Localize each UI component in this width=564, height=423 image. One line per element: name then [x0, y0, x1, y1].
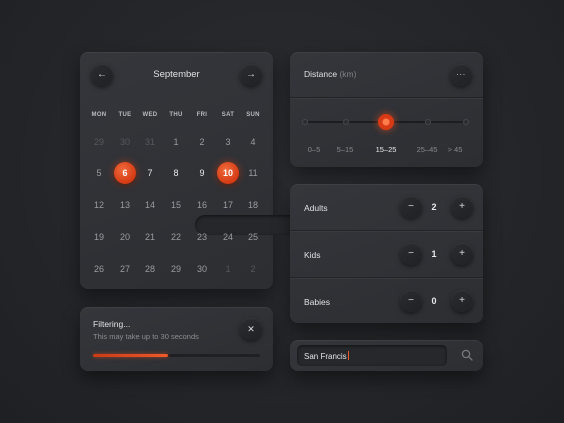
increment-kids-button[interactable]: + — [451, 243, 473, 265]
weekday-thu: THU — [169, 112, 183, 118]
calendar-day[interactable]: 16 — [189, 194, 215, 216]
search-field[interactable]: San Francis — [297, 345, 447, 366]
calendar-day[interactable]: 24 — [215, 226, 241, 248]
range-end-day[interactable]: 10 — [217, 162, 239, 184]
weekday-mon: MON — [91, 112, 107, 118]
calendar-day[interactable]: 1 — [163, 131, 189, 153]
distance-unit: (km) — [339, 69, 357, 79]
decrement-kids-button[interactable]: − — [400, 243, 422, 265]
minus-icon: − — [408, 248, 414, 259]
distance-option-label[interactable]: 5–15 — [328, 145, 362, 154]
calendar-day[interactable]: 9 — [189, 162, 215, 184]
calendar-day[interactable]: 27 — [112, 258, 138, 280]
calendar-day[interactable]: 1 — [215, 258, 241, 280]
plus-icon: + — [459, 248, 465, 259]
calendar-day[interactable]: 3 — [215, 131, 241, 153]
weekday-tue: TUE — [118, 112, 132, 118]
search-value: San Francis — [304, 352, 347, 361]
guest-label-adults: Adults — [304, 203, 328, 213]
filtering-card: Filtering... This may take up to 30 seco… — [80, 307, 273, 371]
range-start-day[interactable]: 6 — [114, 162, 136, 184]
calendar-day[interactable]: 13 — [112, 194, 138, 216]
divider — [290, 97, 483, 98]
calendar-day[interactable]: 20 — [112, 226, 138, 248]
distance-option-label[interactable]: 15–25 — [369, 145, 403, 154]
decrement-babies-button[interactable]: − — [400, 290, 422, 312]
distance-title: Distance (km) — [304, 69, 356, 79]
distance-title-text: Distance — [304, 69, 338, 79]
calendar-day[interactable]: 19 — [86, 226, 112, 248]
weekday-fri: FRI — [196, 112, 208, 118]
arrow-right-icon: → — [246, 69, 256, 80]
close-icon: ✕ — [247, 324, 255, 334]
calendar-day[interactable]: 22 — [163, 226, 189, 248]
distance-tick[interactable] — [343, 119, 349, 125]
calendar-day[interactable]: 7 — [137, 162, 163, 184]
distance-tick[interactable] — [425, 119, 431, 125]
calendar-day[interactable]: 30 — [112, 131, 138, 153]
calendar-day[interactable]: 30 — [189, 258, 215, 280]
calendar-day[interactable]: 25 — [240, 226, 266, 248]
more-icon: ··· — [456, 70, 466, 79]
guest-count-adults: 2 — [431, 202, 437, 212]
calendar-day[interactable]: 10 — [215, 162, 241, 184]
calendar-day[interactable]: 6 — [112, 162, 138, 184]
progress-track — [93, 354, 260, 357]
progress-fill — [93, 354, 169, 357]
calendar-day[interactable]: 4 — [240, 131, 266, 153]
weekday-sun: SUN — [246, 112, 260, 118]
calendar-day[interactable]: 31 — [137, 131, 163, 153]
weekday-sat: SAT — [221, 112, 235, 118]
guest-label-kids: Kids — [304, 250, 321, 260]
calendar-day[interactable]: 5 — [86, 162, 112, 184]
text-caret — [347, 351, 349, 360]
guest-count-babies: 0 — [431, 296, 437, 306]
calendar-day[interactable]: 29 — [163, 258, 189, 280]
calendar-day[interactable]: 21 — [137, 226, 163, 248]
calendar-day[interactable]: 15 — [163, 194, 189, 216]
increment-adults-button[interactable]: + — [451, 196, 473, 218]
minus-icon: − — [408, 295, 414, 306]
calendar-day[interactable]: 11 — [240, 162, 266, 184]
distance-more-button[interactable]: ··· — [450, 64, 472, 86]
divider — [290, 230, 483, 231]
weekday-wed: WED — [142, 112, 158, 118]
minus-icon: − — [408, 201, 414, 212]
search-card: San Francis — [290, 340, 483, 371]
next-month-button[interactable]: → — [240, 64, 262, 86]
guest-label-babies: Babies — [304, 297, 330, 307]
calendar-day[interactable]: 18 — [240, 194, 266, 216]
distance-tick[interactable] — [302, 119, 308, 125]
calendar-day[interactable]: 23 — [189, 226, 215, 248]
guest-count-kids: 1 — [431, 249, 437, 259]
guests-card: Adults − 2 + Kids − 1 + Babies − 0 + — [290, 184, 483, 323]
calendar-day[interactable]: 8 — [163, 162, 189, 184]
calendar-day[interactable]: 26 — [86, 258, 112, 280]
increment-babies-button[interactable]: + — [451, 290, 473, 312]
calendar-day[interactable]: 2 — [240, 258, 266, 280]
plus-icon: + — [459, 201, 465, 212]
calendar-day[interactable]: 12 — [86, 194, 112, 216]
calendar-day[interactable]: 14 — [137, 194, 163, 216]
distance-slider-thumb[interactable] — [378, 114, 394, 130]
calendar-day[interactable]: 2 — [189, 131, 215, 153]
distance-card: Distance (km) ··· 0–5 5–15 15–25 25–45 > 45 — [290, 52, 483, 167]
distance-tick[interactable] — [463, 119, 469, 125]
calendar-card: ← September → MON TUE WED THU FRI SAT SUN 29 30… — [80, 52, 320, 289]
search-input[interactable]: San Francis — [304, 351, 349, 361]
decrement-adults-button[interactable]: − — [400, 196, 422, 218]
plus-icon: + — [459, 295, 465, 306]
calendar-day[interactable]: 17 — [215, 194, 241, 216]
close-filter-button[interactable]: ✕ — [240, 318, 262, 340]
search-icon[interactable] — [461, 349, 473, 361]
calendar-day[interactable]: 29 — [86, 131, 112, 153]
distance-option-label[interactable]: > 45 — [438, 145, 472, 154]
filter-subtitle: This may take up to 30 seconds — [93, 332, 199, 341]
calendar-day[interactable]: 28 — [137, 258, 163, 280]
distance-option-label[interactable]: 0–5 — [297, 145, 331, 154]
filter-title: Filtering... — [93, 319, 131, 329]
divider — [290, 277, 483, 278]
